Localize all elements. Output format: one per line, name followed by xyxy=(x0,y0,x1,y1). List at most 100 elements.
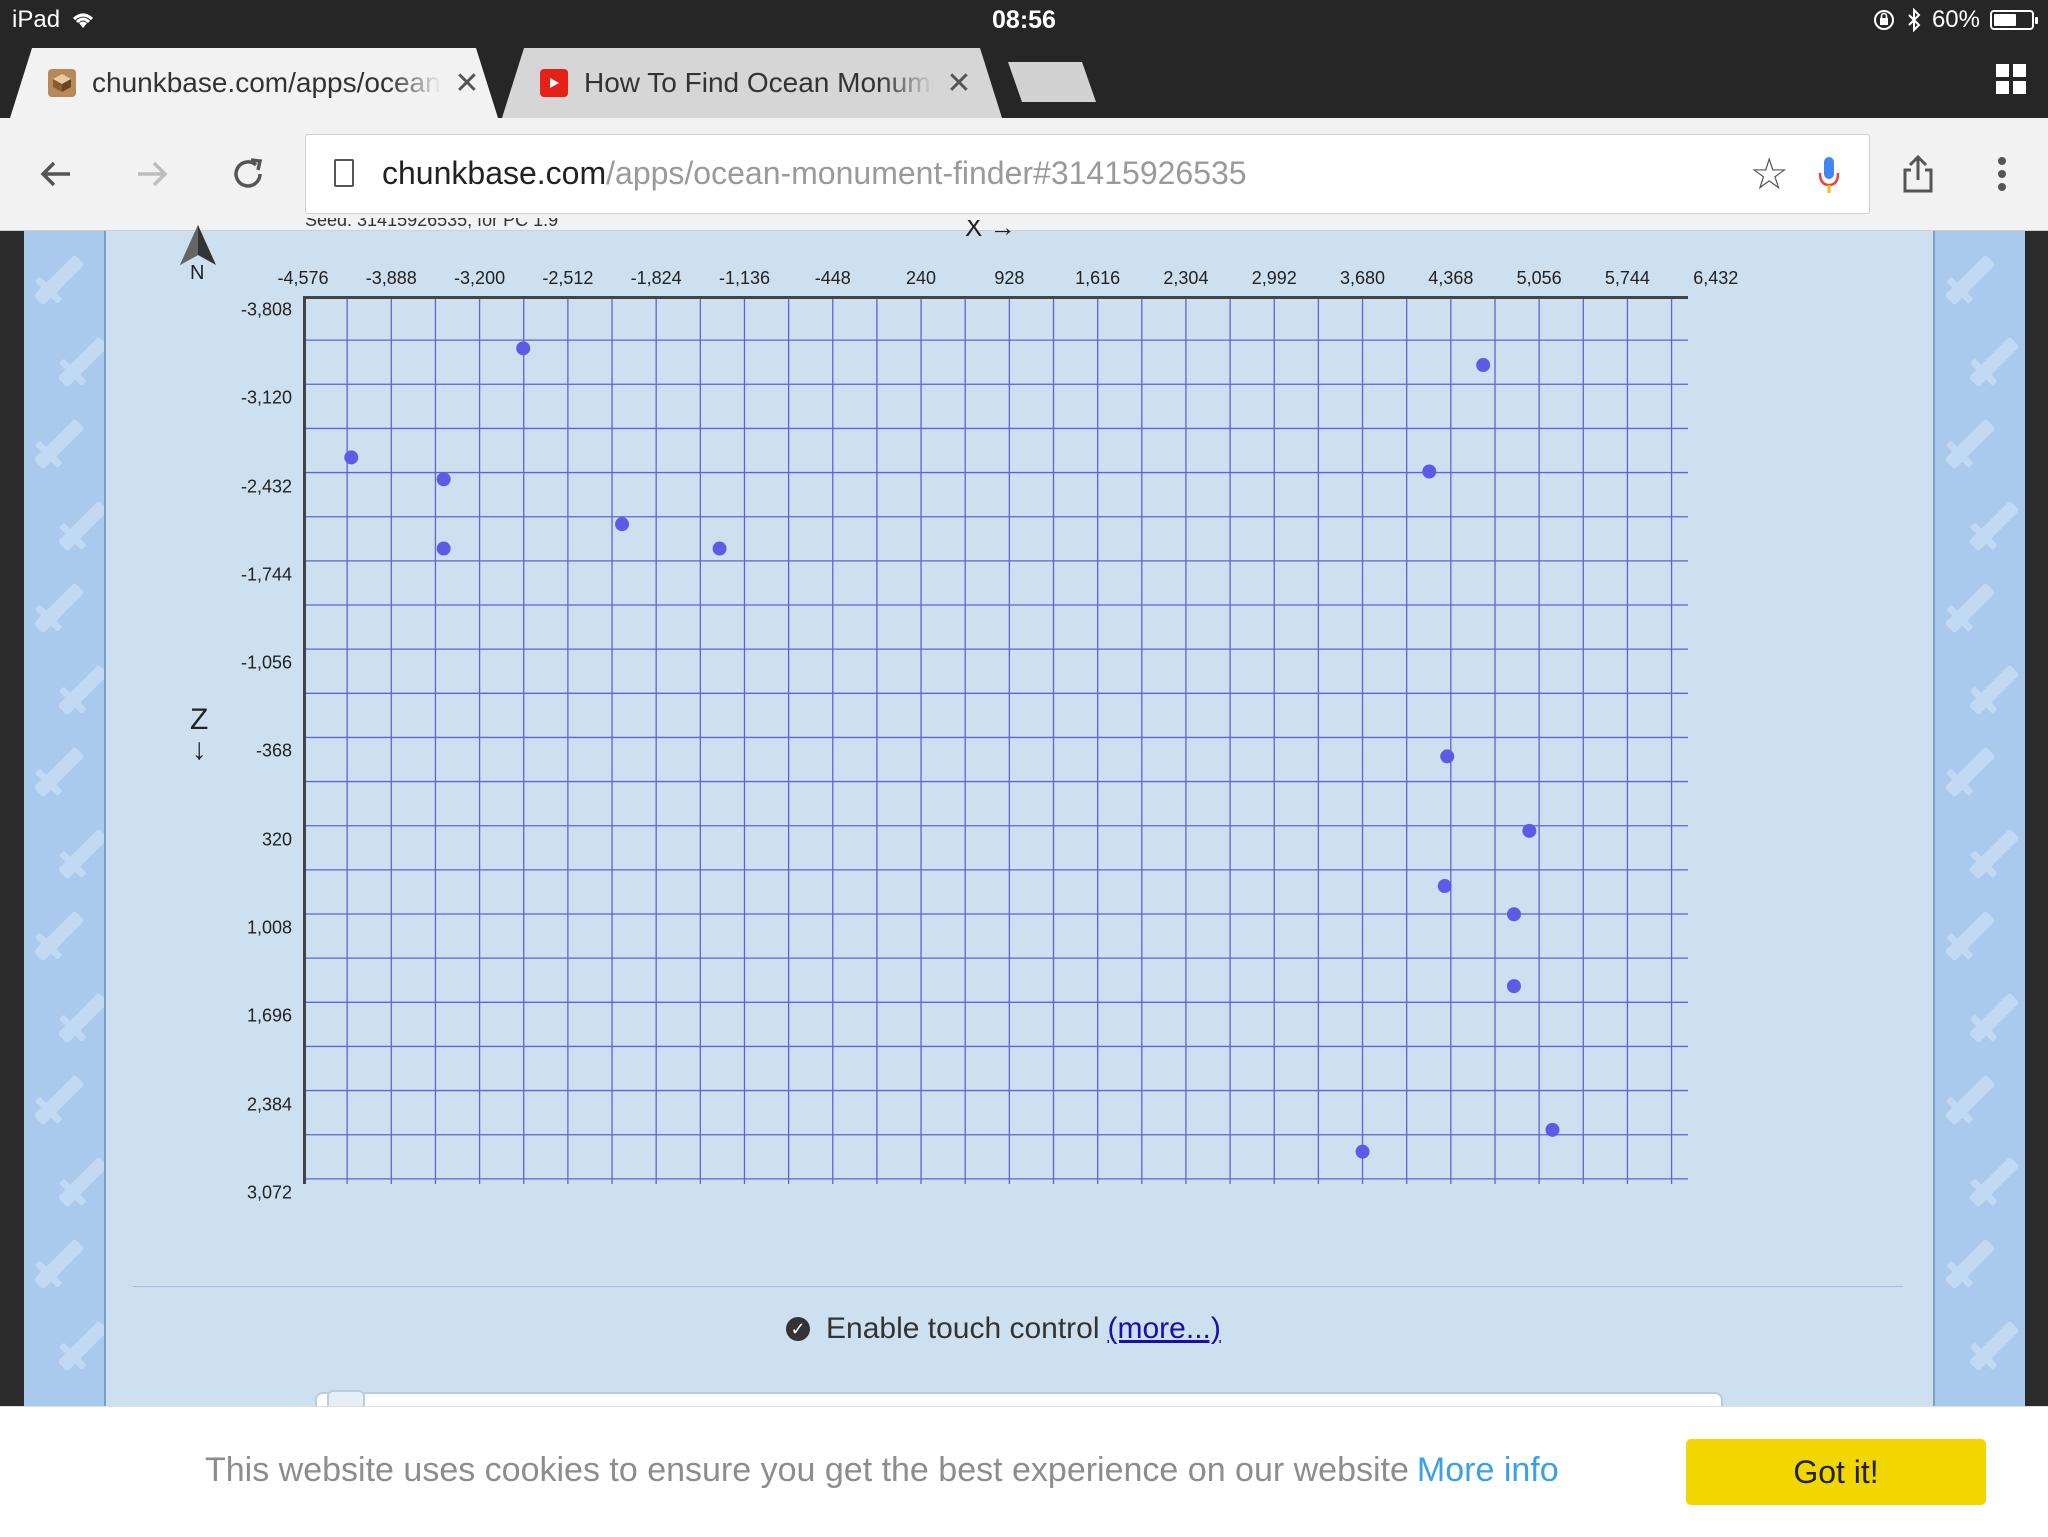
touch-control-toggle[interactable]: ✓ Enable touch control (more...) xyxy=(786,1312,1221,1346)
tab-title: chunkbase.com/apps/ocean-monument-finder xyxy=(92,67,442,98)
sword-pattern-icon xyxy=(1968,336,2020,388)
background-pattern-right xyxy=(1935,231,2025,1406)
ocean-monument-point[interactable] xyxy=(436,472,451,487)
x-tick-label: 2,304 xyxy=(1163,268,1209,288)
bookmark-star-icon[interactable]: ☆ xyxy=(1750,149,1789,200)
z-tick-label: -2,432 xyxy=(240,476,292,497)
z-tick-label: -3,120 xyxy=(240,387,292,408)
reload-button[interactable] xyxy=(218,144,278,204)
ocean-monument-point[interactable] xyxy=(1506,979,1521,994)
microphone-icon[interactable] xyxy=(1817,155,1841,195)
sword-pattern-icon xyxy=(33,254,85,306)
ocean-monument-point[interactable] xyxy=(1476,358,1491,373)
sword-pattern-icon xyxy=(1944,582,1996,634)
ocean-monument-point[interactable] xyxy=(1522,823,1537,838)
sword-pattern-icon xyxy=(1968,1320,2020,1372)
address-bar[interactable]: chunkbase.com/apps/ocean-monument-finder… xyxy=(305,134,1870,214)
sword-pattern-icon xyxy=(33,1238,85,1290)
tab-chunkbase[interactable]: chunkbase.com/apps/ocean-monument-finder… xyxy=(10,48,498,118)
sword-pattern-icon xyxy=(57,500,109,552)
more-vert-icon xyxy=(1998,157,2006,191)
z-tick-label: -1,056 xyxy=(240,652,292,673)
ocean-monument-point[interactable] xyxy=(1545,1122,1560,1137)
seed-info: Seed: 31415926535, for PC 1.9 xyxy=(305,218,559,230)
cookie-banner: This website uses cookies to ensure you … xyxy=(0,1406,2048,1537)
reload-icon xyxy=(234,158,263,188)
sword-pattern-icon xyxy=(1944,1074,1996,1126)
ocean-monument-point[interactable] xyxy=(1355,1144,1370,1159)
sword-pattern-icon xyxy=(33,1074,85,1126)
url-host: chunkbase.com xyxy=(382,155,607,191)
x-tick-label: -3,888 xyxy=(365,268,417,288)
chunkbase-favicon-icon xyxy=(48,69,76,97)
url-text[interactable]: chunkbase.com/apps/ocean-monument-finder… xyxy=(382,155,1247,192)
ocean-monument-point[interactable] xyxy=(1506,907,1521,922)
sword-pattern-icon xyxy=(57,336,109,388)
share-icon xyxy=(1903,154,1933,193)
back-button[interactable] xyxy=(26,144,86,204)
forward-button[interactable] xyxy=(122,144,182,204)
divider xyxy=(133,1286,1903,1287)
touch-control-more-link[interactable]: (more...) xyxy=(1108,1312,1221,1346)
tab-youtube[interactable]: How To Find Ocean Monuments ✕ xyxy=(502,48,1002,118)
status-bar: iPad 08:56 60% xyxy=(0,0,2048,42)
x-tick-label: -4,576 xyxy=(277,268,329,288)
ocean-monument-point[interactable] xyxy=(516,341,531,356)
x-tick-label: 1,616 xyxy=(1075,268,1121,288)
x-tick-label: 3,680 xyxy=(1340,268,1386,288)
sword-pattern-icon xyxy=(57,828,109,880)
sword-pattern-icon xyxy=(57,1156,109,1208)
x-tick-label: 2,992 xyxy=(1251,268,1297,288)
ocean-monument-point[interactable] xyxy=(615,517,630,532)
x-tick-label: 5,056 xyxy=(1516,268,1562,288)
monument-map[interactable] xyxy=(303,296,1688,1184)
compass-north-label: N xyxy=(190,262,205,284)
browser-toolbar: chunkbase.com/apps/ocean-monument-finder… xyxy=(0,118,2048,231)
back-arrow-icon xyxy=(40,161,70,187)
youtube-favicon-icon xyxy=(540,69,568,97)
bluetooth-icon xyxy=(1908,8,1921,32)
close-tab-icon[interactable]: ✕ xyxy=(452,66,482,101)
cookie-accept-button[interactable]: Got it! xyxy=(1686,1439,1986,1505)
menu-button[interactable] xyxy=(1972,144,2032,204)
x-tick-label: 928 xyxy=(994,268,1025,288)
status-time: 08:56 xyxy=(992,6,1056,34)
close-tab-icon[interactable]: ✕ xyxy=(944,66,974,101)
sword-pattern-icon xyxy=(1968,1156,2020,1208)
x-tick-label: -1,136 xyxy=(718,268,770,288)
ocean-monument-point[interactable] xyxy=(1422,464,1437,479)
orientation-lock-icon xyxy=(1873,10,1894,30)
z-tick-label: -1,744 xyxy=(240,564,292,585)
tab-title: How To Find Ocean Monuments xyxy=(584,67,934,98)
sword-pattern-icon xyxy=(1968,500,2020,552)
z-axis-arrow: ↓ xyxy=(191,733,207,766)
x-tick-label: -448 xyxy=(814,268,851,288)
touch-control-checkbox[interactable]: ✓ xyxy=(786,1317,810,1341)
x-tick-label: 6,432 xyxy=(1693,268,1739,288)
background-pattern-left xyxy=(24,231,109,1406)
cookie-text: This website uses cookies to ensure you … xyxy=(205,1451,1409,1489)
sword-pattern-icon xyxy=(1944,746,1996,798)
ocean-monument-point[interactable] xyxy=(1437,879,1452,894)
ocean-monument-point[interactable] xyxy=(344,450,359,465)
z-tick-label: 320 xyxy=(261,829,292,850)
x-tick-label: -2,512 xyxy=(542,268,594,288)
tab-switcher-icon[interactable] xyxy=(1996,64,2026,94)
ocean-monument-point[interactable] xyxy=(712,541,727,556)
ocean-monument-point[interactable] xyxy=(436,541,451,556)
sword-pattern-icon xyxy=(1944,910,1996,962)
x-tick-label: 5,744 xyxy=(1604,268,1650,288)
page-edge xyxy=(2025,231,2048,1406)
url-path: /apps/ocean-monument-finder#31415926535 xyxy=(606,155,1247,191)
sword-pattern-icon xyxy=(1944,254,1996,306)
new-tab-button[interactable] xyxy=(1008,62,1096,102)
cookie-more-info-link[interactable]: More info xyxy=(1417,1451,1559,1489)
sword-pattern-icon xyxy=(33,582,85,634)
sword-pattern-icon xyxy=(33,910,85,962)
share-button[interactable] xyxy=(1888,144,1948,204)
forward-arrow-icon xyxy=(138,161,168,187)
battery-icon xyxy=(1990,10,2038,30)
z-axis-letter: Z xyxy=(190,703,209,736)
x-tick-label: 4,368 xyxy=(1428,268,1474,288)
ocean-monument-point[interactable] xyxy=(1440,749,1455,764)
